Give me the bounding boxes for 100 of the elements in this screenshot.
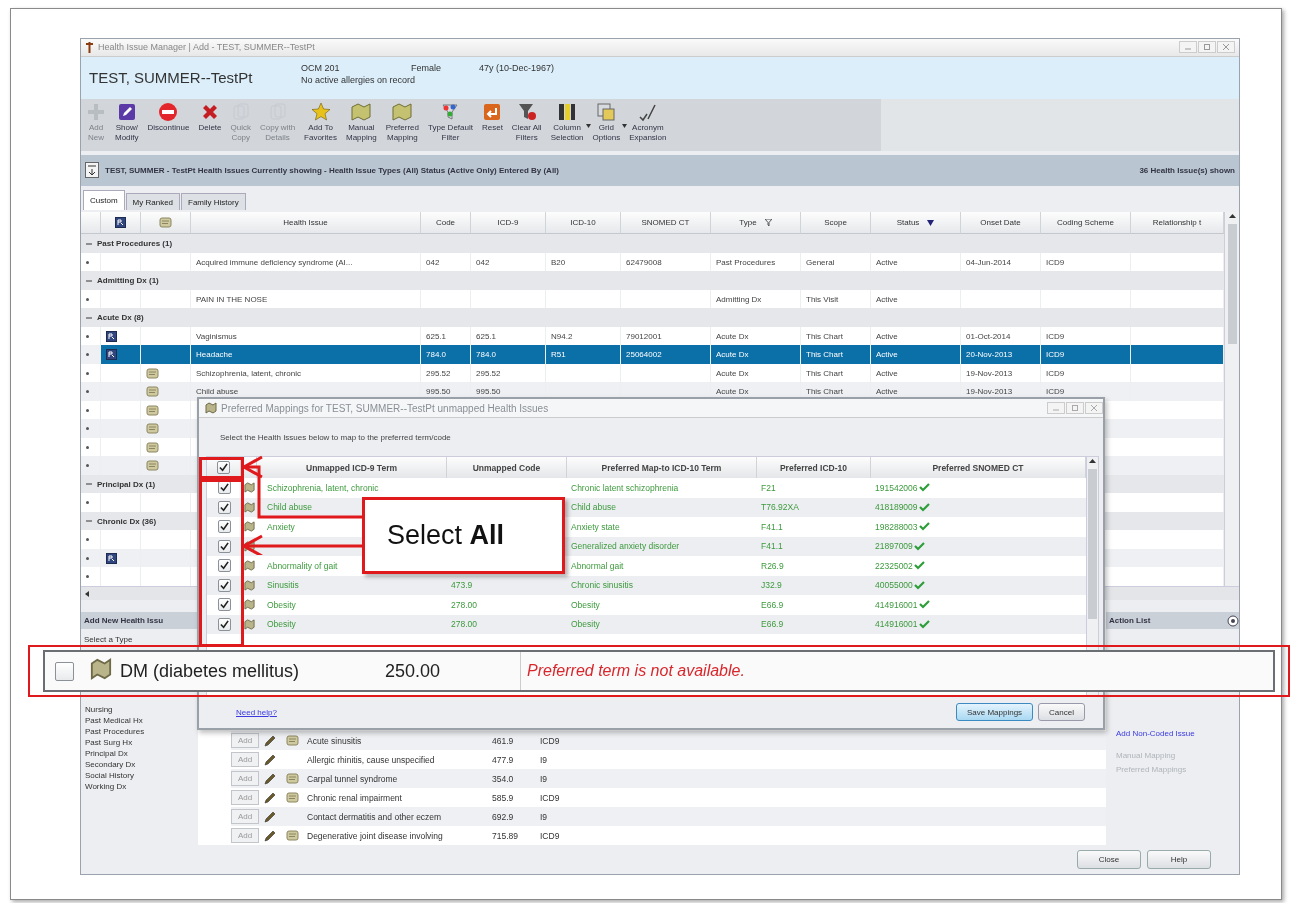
type-item[interactable]: Past Surg Hx (85, 737, 198, 749)
maximize-button[interactable] (1198, 41, 1216, 54)
collapse-icon[interactable] (86, 314, 92, 321)
window-title: Health Issue Manager | Add - TEST, SUMMER--TestPt (98, 42, 316, 53)
collapse-icon[interactable] (86, 518, 92, 525)
column-header[interactable]: Relationship t (1131, 212, 1224, 235)
checkbox[interactable] (55, 661, 74, 681)
column-header[interactable]: Scope (801, 212, 871, 235)
group-row[interactable]: Acute Dx (8) (81, 308, 1224, 327)
toolbar-button[interactable]: Type Default Filter (425, 101, 476, 143)
caret-icon[interactable] (585, 123, 591, 128)
table-cell: F41.1 (761, 541, 783, 552)
tab[interactable]: Family History (181, 193, 246, 211)
checkbox[interactable] (217, 500, 231, 514)
sort-icon[interactable] (927, 219, 935, 226)
checkbox[interactable] (217, 559, 231, 573)
checkbox[interactable] (217, 598, 231, 612)
toggle-icon[interactable] (1227, 614, 1239, 627)
collapse-icon[interactable] (86, 481, 92, 488)
checkbox[interactable] (217, 461, 230, 474)
check-icon (913, 580, 925, 590)
toolbar-button[interactable]: Discontinue (144, 101, 193, 133)
toolbar-button[interactable]: Clear All Filters (508, 101, 545, 143)
column-header[interactable]: Code (421, 212, 471, 235)
column-header[interactable]: Status (871, 212, 961, 235)
pencil-icon[interactable] (263, 790, 277, 805)
collapse-panel-icon[interactable] (85, 162, 99, 179)
column-header[interactable]: Type (711, 212, 801, 235)
type-item[interactable]: Secondary Dx (85, 759, 198, 771)
checkbox[interactable] (217, 520, 231, 534)
scroll-thumb[interactable] (1227, 224, 1237, 345)
filter-icon[interactable] (764, 219, 772, 227)
type-item[interactable]: Working Dx (85, 781, 198, 793)
toolbar-button[interactable]: Acronym Expansion (626, 101, 670, 143)
help-link[interactable]: Need help? (236, 707, 951, 717)
table-cell: 21897009 (875, 541, 913, 552)
column-header[interactable]: SNOMED CT (621, 212, 711, 235)
column-header[interactable]: Onset Date (961, 212, 1041, 235)
record-icon (106, 552, 117, 564)
toolbar-button[interactable]: Preferred Mapping (382, 101, 423, 143)
type-item[interactable]: Nursing (85, 704, 198, 716)
issue-code: 692.9 (492, 811, 515, 822)
pencil-icon[interactable] (263, 733, 277, 748)
checkbox[interactable] (217, 617, 231, 631)
row-marker-icon (86, 575, 89, 579)
dialog-button[interactable]: Cancel (1038, 703, 1085, 721)
column-header[interactable]: Health Issue (191, 212, 421, 235)
footer-button[interactable]: Help (1147, 850, 1211, 870)
close-icon[interactable] (1223, 44, 1229, 51)
scroll-up-icon[interactable] (1227, 212, 1237, 221)
column-header[interactable]: ICD-10 (546, 212, 621, 235)
checkbox[interactable] (217, 578, 231, 592)
type-item[interactable]: Social History (85, 770, 198, 782)
scroll-thumb[interactable] (1088, 469, 1097, 619)
toolbar-button[interactable]: Column Selection (547, 101, 587, 143)
tab[interactable]: My Ranked (125, 193, 181, 211)
check-icon (918, 522, 930, 532)
column-header[interactable]: ICD-9 (471, 212, 546, 235)
callout-text: Select All (387, 520, 505, 551)
scrollbar[interactable] (1224, 212, 1239, 586)
coding-scheme: ICD9 (540, 735, 560, 746)
coding-scheme: I9 (540, 773, 548, 784)
pencil-icon[interactable] (263, 828, 277, 843)
toolbar-button[interactable]: Manual Mapping (343, 101, 380, 143)
scroll-icon (159, 217, 172, 229)
column-header[interactable]: Coding Scheme (1041, 212, 1131, 235)
dialog-title: Preferred Mappings for TEST, SUMMER--TestPt unmapped Health Issues (221, 402, 550, 414)
toolbar-button[interactable]: Grid Options (589, 101, 624, 143)
table-cell: 784.0 (471, 345, 546, 364)
row-marker-icon (86, 297, 89, 301)
group-row[interactable]: Past Procedures (1) (81, 234, 1224, 253)
pencil-icon[interactable] (263, 809, 277, 824)
pencil-icon[interactable] (263, 752, 277, 767)
toolbar-button[interactable]: Delete (195, 101, 225, 133)
checkbox[interactable] (217, 539, 231, 553)
grid-icon (596, 101, 617, 122)
map-icon (243, 599, 255, 611)
pencil-icon[interactable] (263, 771, 277, 786)
toolbar-button[interactable]: Reset (478, 101, 506, 133)
footer-button[interactable]: Close (1077, 850, 1141, 870)
type-item[interactable]: Principal Dx (85, 748, 198, 760)
dialog-instruction: Select the Health Issues below to map to the preferred term/code (220, 432, 451, 442)
toolbar-button[interactable]: Add To Favorites (301, 101, 340, 143)
dialog-button[interactable]: Save Mappings (955, 703, 1034, 721)
scroll-icon (146, 404, 159, 416)
scroll-left-icon[interactable] (83, 589, 91, 598)
type-item[interactable]: Past Medical Hx (85, 715, 198, 727)
maximize-icon[interactable] (1204, 44, 1210, 51)
caret-icon[interactable] (622, 123, 628, 128)
collapse-icon[interactable] (86, 277, 92, 284)
issue-term: Degenerative joint disease involving (307, 830, 444, 841)
map-icon (243, 501, 255, 513)
action-link[interactable]: Add Non-Coded Issue (1116, 729, 1239, 739)
type-item[interactable]: Past Procedures (85, 726, 198, 738)
tab[interactable]: Custom (83, 190, 125, 211)
close-button[interactable] (1217, 41, 1235, 54)
group-row[interactable]: Admitting Dx (1) (81, 271, 1224, 290)
collapse-icon[interactable] (86, 240, 92, 247)
toolbar-button[interactable]: Show/ Modify (112, 101, 142, 143)
table-cell: 418189009 (875, 502, 918, 513)
